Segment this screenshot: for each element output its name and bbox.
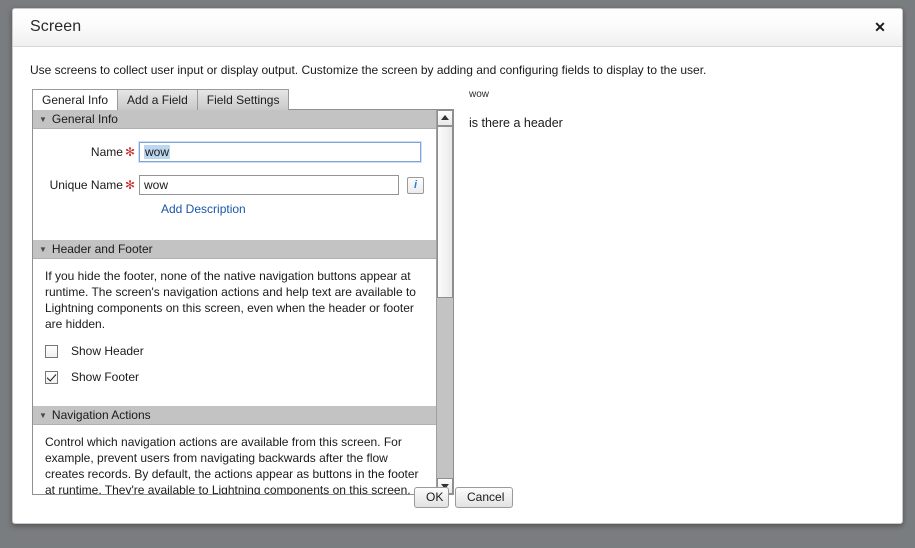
tab-add-a-field[interactable]: Add a Field bbox=[117, 89, 198, 110]
name-label: Name ✻ bbox=[33, 145, 139, 159]
required-asterisk-icon: ✻ bbox=[124, 145, 135, 159]
dialog-subtitle: Use screens to collect user input or dis… bbox=[30, 63, 707, 77]
dialog-footer: OK Cancel bbox=[13, 479, 902, 523]
show-footer-row: Show Footer bbox=[33, 370, 438, 384]
dialog-header: Screen ✕ bbox=[13, 9, 902, 47]
preview-unique-name: wow bbox=[469, 89, 490, 100]
show-header-checkbox[interactable] bbox=[45, 344, 58, 358]
screen-preview: wow is there a header bbox=[465, 89, 885, 489]
tab-general-info[interactable]: General Info bbox=[32, 89, 119, 110]
name-input[interactable] bbox=[139, 142, 421, 162]
scroll-up-arrow-icon[interactable] bbox=[437, 110, 453, 126]
section-header-navigation-actions-label: Navigation Actions bbox=[51, 408, 151, 422]
section-header-header-and-footer[interactable]: ▼ Header and Footer bbox=[33, 240, 438, 259]
info-icon[interactable]: i bbox=[407, 176, 424, 194]
scrollbar-thumb[interactable] bbox=[437, 126, 453, 298]
chevron-down-icon: ▼ bbox=[39, 411, 47, 420]
required-asterisk-icon: ✻ bbox=[124, 178, 135, 192]
tab-strip: General Info Add a Field Field Settings bbox=[32, 89, 290, 110]
section-header-general-info-label: General Info bbox=[51, 112, 118, 126]
show-footer-label[interactable]: Show Footer bbox=[71, 370, 139, 384]
show-header-row: Show Header bbox=[33, 344, 438, 358]
name-label-text: Name bbox=[90, 145, 123, 159]
unique-name-row: Unique Name✻ i bbox=[33, 175, 438, 195]
chevron-down-icon: ▼ bbox=[39, 245, 47, 254]
show-footer-checkbox[interactable] bbox=[45, 370, 58, 384]
section-body-general-info: Name✻ wow Unique Name✻ i Add Description bbox=[33, 142, 438, 240]
page-title: Screen bbox=[30, 18, 82, 35]
header-footer-spacer bbox=[33, 384, 438, 406]
screen-dialog: Screen ✕ Use screens to collect user inp… bbox=[12, 8, 903, 524]
ok-button[interactable]: OK bbox=[414, 487, 449, 508]
cancel-button[interactable]: Cancel bbox=[455, 487, 513, 508]
chevron-down-icon: ▼ bbox=[39, 115, 47, 124]
section-header-navigation-actions[interactable]: ▼ Navigation Actions bbox=[33, 406, 438, 425]
name-input-wrap: wow bbox=[139, 142, 421, 162]
unique-name-label-text: Unique Name bbox=[49, 178, 123, 192]
section-header-general-info[interactable]: ▼ General Info bbox=[33, 110, 438, 129]
header-footer-description: If you hide the footer, none of the nati… bbox=[45, 269, 416, 331]
settings-panel-scrollbar[interactable] bbox=[436, 110, 453, 494]
unique-name-input[interactable] bbox=[139, 175, 399, 195]
settings-panel-content: ▼General Info Name✻ wow Unique Name✻ i bbox=[33, 110, 438, 494]
screenshot-root: Screen ✕ Use screens to collect user inp… bbox=[0, 0, 915, 548]
section-body-header-and-footer: If you hide the footer, none of the nati… bbox=[33, 259, 438, 406]
section-header-header-and-footer-label: Header and Footer bbox=[51, 242, 153, 256]
preview-header-text: is there a header bbox=[469, 116, 563, 130]
close-icon[interactable]: ✕ bbox=[870, 18, 890, 38]
name-row: Name ✻ wow bbox=[33, 142, 438, 162]
show-header-label[interactable]: Show Header bbox=[71, 344, 144, 358]
general-info-spacer bbox=[33, 218, 438, 240]
settings-panel: ▼General Info Name✻ wow Unique Name✻ i bbox=[32, 109, 454, 495]
add-description-link[interactable]: Add Description bbox=[161, 202, 246, 216]
tab-field-settings[interactable]: Field Settings bbox=[196, 89, 290, 110]
arrow-up-glyph bbox=[441, 115, 449, 120]
unique-name-label: Unique Name ✻ bbox=[33, 178, 139, 192]
